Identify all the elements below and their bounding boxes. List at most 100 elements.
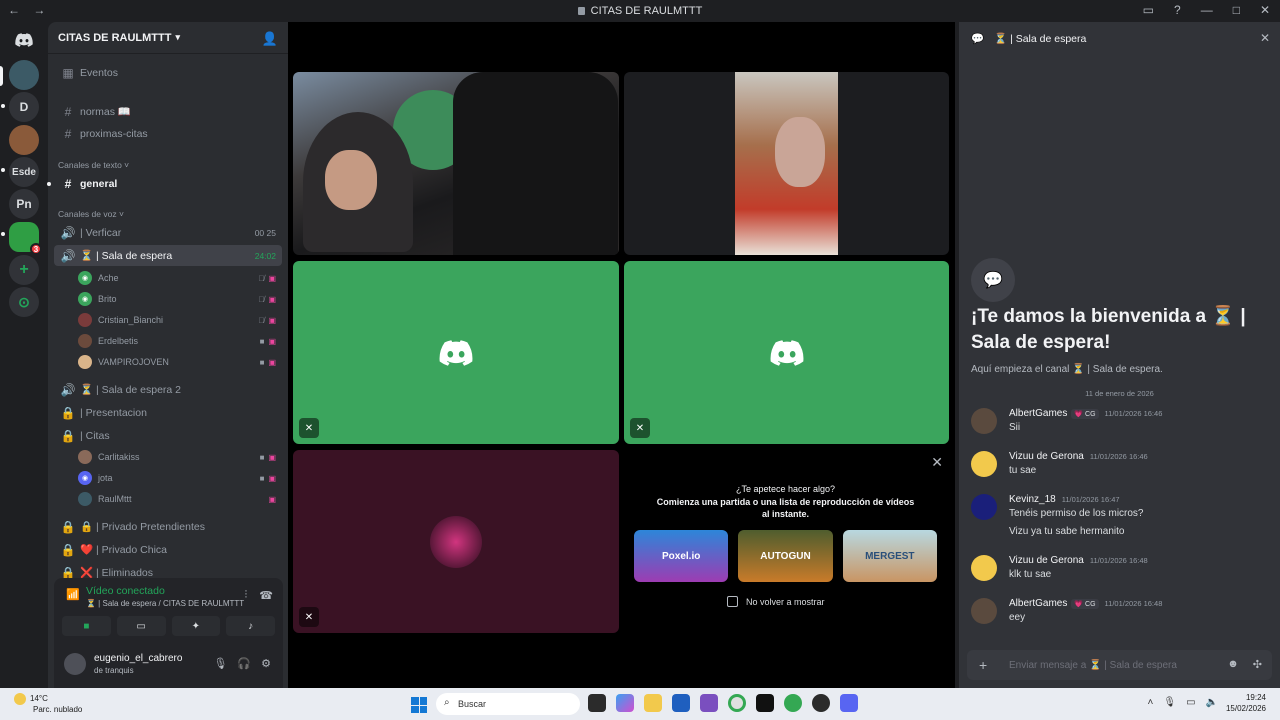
add-server-icon[interactable]: +	[9, 255, 39, 285]
server-header[interactable]: CITAS DE RAULMTTT ▾ 👤	[48, 22, 288, 54]
server-citas-icon[interactable]	[9, 60, 39, 90]
clock[interactable]: 19:24 15/02/2026	[1226, 692, 1266, 714]
discord-icon[interactable]	[840, 694, 858, 712]
avatar[interactable]	[971, 408, 997, 434]
video-tile[interactable]	[624, 72, 949, 255]
taskbar-search[interactable]: ⌕ Buscar	[436, 693, 580, 715]
voice-user[interactable]: ◉ jota ■ ▣	[78, 468, 280, 488]
microphone-icon[interactable]: 🎙	[1163, 697, 1176, 708]
category-text[interactable]: Canales de texto ˅	[58, 160, 129, 170]
chrome-icon[interactable]	[784, 694, 802, 712]
game-card[interactable]: MERGEST	[842, 530, 937, 582]
channel-sala-de-espera[interactable]: 🔊 ⏳ | Sala de espera 24:02	[54, 245, 282, 266]
discord-home-icon[interactable]	[9, 25, 39, 55]
activities-button[interactable]: ✦	[171, 616, 221, 636]
chat-message[interactable]: AlbertGames 💗 CG 11/01/2026 16:48 eey	[971, 598, 1270, 628]
channel-general[interactable]: # general	[54, 173, 282, 194]
voice-location[interactable]: ⏳ | Sala de espera / CITAS DE RAULMTTT	[86, 599, 244, 608]
chat-message[interactable]: Kevinz_18 11/01/2026 16:47 Tenéis permiso…	[971, 494, 1270, 540]
message-author[interactable]: Vizuu de Gerona	[1009, 555, 1084, 566]
noise-suppression-icon[interactable]: ⫶	[245, 589, 248, 602]
disconnect-icon[interactable]: ☎	[259, 589, 273, 602]
avatar[interactable]	[64, 653, 86, 675]
channel-sala-de-espera-2[interactable]: 🔊 ⏳ | Sala de espera 2	[54, 379, 282, 400]
voice-user[interactable]: Cristian_Bianchi 🎙̸ ▣	[78, 310, 280, 330]
inbox-icon[interactable]: ▭	[1143, 3, 1154, 17]
voice-user[interactable]: ◉ Ache 🎙̸ ▣	[78, 268, 280, 288]
voice-user[interactable]: Carlitakiss ■ ▣	[78, 447, 280, 467]
channel-normas[interactable]: # normas 📖	[54, 101, 282, 122]
channel-events[interactable]: ▦ Eventos	[54, 62, 282, 83]
chat-message[interactable]: Vizuu de Gerona 11/01/2026 16:48 klk tu s…	[971, 555, 1270, 585]
channel-label: | Citas	[80, 429, 110, 442]
app-icon[interactable]	[812, 694, 830, 712]
settings-gear-icon[interactable]: ⚙	[261, 657, 271, 670]
game-card[interactable]: AUTOGUN	[738, 530, 833, 582]
chevron-up-icon[interactable]: ˄	[1148, 697, 1154, 708]
emoji-icon[interactable]: ☻	[1227, 658, 1239, 671]
message-author[interactable]: Vizuu de Gerona	[1009, 451, 1084, 462]
explore-icon[interactable]: ⊙	[9, 287, 39, 317]
voice-user[interactable]: RaulMttt ▣	[78, 489, 280, 509]
close-button[interactable]: ✕	[1260, 3, 1270, 17]
video-tile[interactable]	[293, 72, 619, 255]
chrome-icon[interactable]	[728, 694, 746, 712]
channel-privado-pretendientes[interactable]: 🔒 🔒 | Privado Pretendientes	[54, 516, 282, 537]
soundboard-button[interactable]: ♪	[226, 616, 275, 636]
store-icon[interactable]	[672, 694, 690, 712]
server-zonal-icon[interactable]: 3	[9, 222, 42, 255]
add-user-icon[interactable]: 👤	[262, 31, 278, 47]
avatar[interactable]	[971, 598, 997, 624]
copilot-icon[interactable]	[616, 694, 634, 712]
dont-show-checkbox[interactable]: No volver a mostrar	[727, 596, 825, 607]
task-view-icon[interactable]	[588, 694, 606, 712]
channel-citas[interactable]: 🔒 | Citas	[54, 425, 282, 446]
channel-verificar[interactable]: 🔊 | Verficar 00 25	[54, 222, 282, 243]
video-tile[interactable]: ✕	[293, 450, 619, 633]
channel-presentacion[interactable]: 🔒 | Presentacion	[54, 402, 282, 423]
windows-start-icon[interactable]	[411, 697, 427, 713]
microphone-icon[interactable]: 🎙	[213, 657, 227, 670]
minimize-button[interactable]: —	[1201, 3, 1213, 17]
game-card[interactable]: Poxel.io	[634, 530, 729, 582]
channel-proximas-citas[interactable]: # proximas-citas	[54, 123, 282, 144]
server-pn-icon[interactable]: Pn	[9, 189, 39, 219]
avatar[interactable]	[971, 451, 997, 477]
server-d-icon[interactable]: D	[9, 92, 39, 122]
message-author[interactable]: AlbertGames	[1009, 408, 1067, 419]
camera-button[interactable]: ■	[62, 616, 111, 636]
video-tile[interactable]: ✕	[293, 261, 619, 444]
video-tile[interactable]: ✕	[624, 261, 949, 444]
avatar[interactable]	[971, 494, 997, 520]
message-author[interactable]: Kevinz_18	[1009, 494, 1056, 505]
user-name[interactable]: eugenio_el_cabrero	[94, 653, 182, 664]
voice-user[interactable]: VAMPIROJOVEN ■ ▣	[78, 352, 280, 372]
display-icon[interactable]: ▭	[1186, 697, 1195, 708]
chat-message[interactable]: AlbertGames 💗 CG 11/01/2026 16:46 Sii	[971, 408, 1270, 438]
voice-status[interactable]: Vídeo conectado	[86, 585, 165, 597]
server-avatar-icon[interactable]	[9, 125, 39, 155]
file-explorer-icon[interactable]	[644, 694, 662, 712]
screen-share-button[interactable]: ▭	[116, 616, 166, 636]
maximize-button[interactable]: □	[1233, 3, 1240, 17]
tiktok-icon[interactable]	[756, 694, 774, 712]
help-icon[interactable]: ?	[1174, 3, 1181, 17]
chat-message[interactable]: Vizuu de Gerona 11/01/2026 16:46 tu sae	[971, 451, 1270, 481]
headphones-icon[interactable]: 🎧	[237, 657, 251, 670]
plus-icon[interactable]: +	[979, 657, 987, 673]
category-voice[interactable]: Canales de voz ˅	[58, 209, 124, 219]
voice-user[interactable]: ◉ Brito 🎙̸ ▣	[78, 289, 280, 309]
close-icon[interactable]: ✕	[931, 454, 943, 471]
weather-widget[interactable]: 14°C Parc. nublado	[14, 693, 82, 715]
close-icon[interactable]: ✕	[1260, 31, 1270, 45]
volume-icon[interactable]: 🔈	[1206, 697, 1218, 708]
signal-icon[interactable]: 📶	[66, 588, 80, 601]
server-esde-icon[interactable]: Esde	[9, 157, 39, 187]
app-icon[interactable]	[700, 694, 718, 712]
apps-icon[interactable]: ✣	[1253, 658, 1262, 671]
avatar[interactable]	[971, 555, 997, 581]
channel-privado-chica[interactable]: 🔒 ❤️ | Privado Chica	[54, 539, 282, 560]
message-input[interactable]: + Enviar mensaje a ⏳ | Sala de espera ☻ ✣	[967, 650, 1272, 680]
voice-user[interactable]: Erdelbetis ■ ▣	[78, 331, 280, 351]
message-author[interactable]: AlbertGames	[1009, 598, 1067, 609]
